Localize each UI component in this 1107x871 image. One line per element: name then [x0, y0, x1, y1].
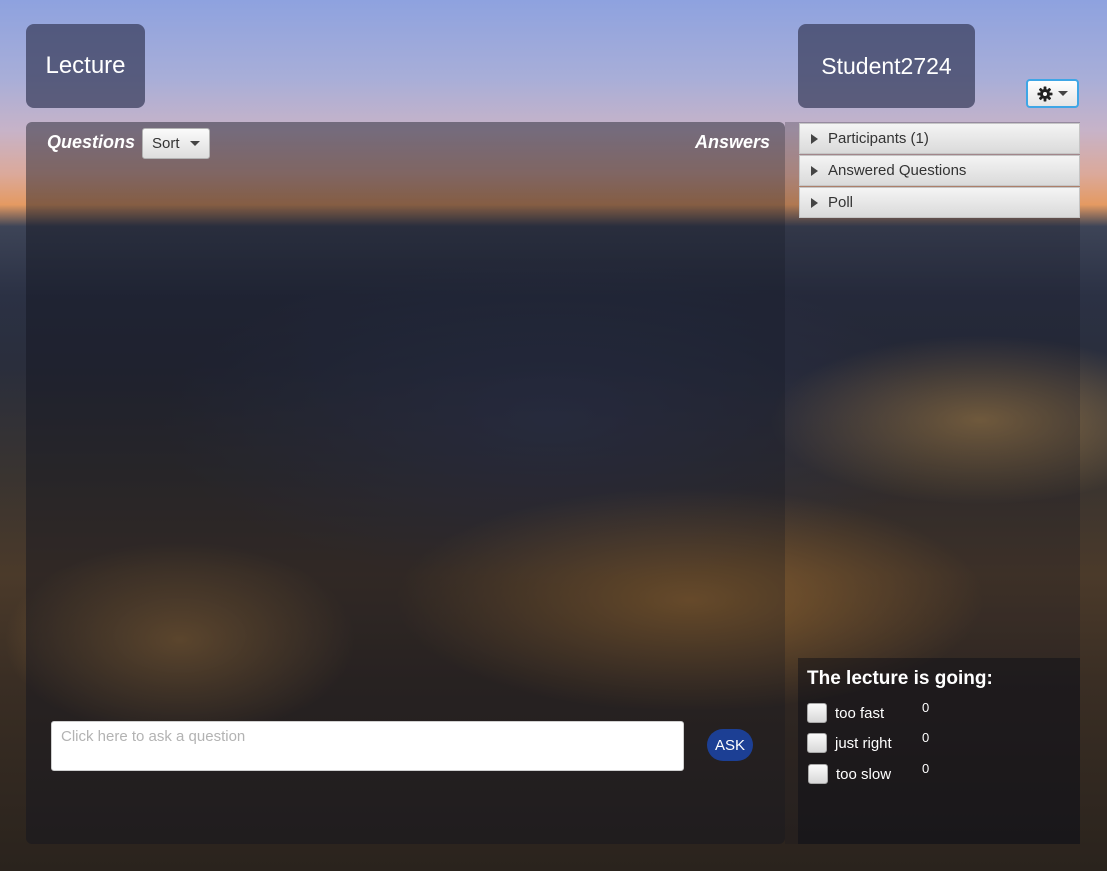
student-name: Student2724: [821, 52, 952, 79]
sidebar-item-answered-questions[interactable]: Answered Questions: [799, 155, 1080, 186]
gear-icon: [1037, 86, 1053, 101]
sort-label: Sort: [152, 135, 180, 152]
lecture-title: Lecture: [26, 24, 145, 108]
answers-heading: Answers: [695, 132, 771, 152]
student-name-card: Student2724: [798, 24, 975, 108]
sidebar-item-poll[interactable]: Poll: [799, 187, 1080, 218]
pace-option-label: just right: [835, 734, 892, 752]
sidebar-item-label: Participants (1): [828, 130, 929, 147]
sidebar-item-label: Poll: [828, 194, 854, 211]
too-slow-checkbox[interactable]: [808, 764, 828, 784]
pace-count: 0: [922, 761, 930, 776]
sidebar-item-participants[interactable]: Participants (1): [799, 123, 1080, 154]
settings-button[interactable]: [1026, 79, 1079, 108]
lecture-label: Lecture: [45, 52, 126, 79]
caret-down-icon: [189, 141, 200, 146]
pace-option-too-fast: too fast: [807, 701, 884, 725]
pace-option-just-right: just right: [807, 731, 892, 755]
too-fast-checkbox[interactable]: [807, 703, 827, 723]
ask-question-input[interactable]: [51, 721, 684, 771]
just-right-checkbox[interactable]: [807, 733, 827, 753]
pace-option-too-slow: too slow: [808, 762, 891, 786]
pace-count: 0: [922, 730, 930, 745]
pace-poll-title: The lecture is going:: [807, 668, 993, 689]
expand-arrow-icon: [811, 197, 818, 208]
pace-count: 0: [922, 700, 930, 715]
sidebar-item-label: Answered Questions: [828, 162, 967, 179]
sort-button[interactable]: Sort: [142, 128, 210, 159]
chevron-down-icon: [1058, 90, 1068, 96]
pace-option-label: too fast: [835, 704, 885, 722]
expand-arrow-icon: [811, 165, 818, 176]
ask-button[interactable]: ASK: [707, 729, 753, 761]
pace-option-label: too slow: [836, 765, 892, 783]
expand-arrow-icon: [811, 133, 818, 144]
questions-heading: Questions: [47, 132, 136, 152]
